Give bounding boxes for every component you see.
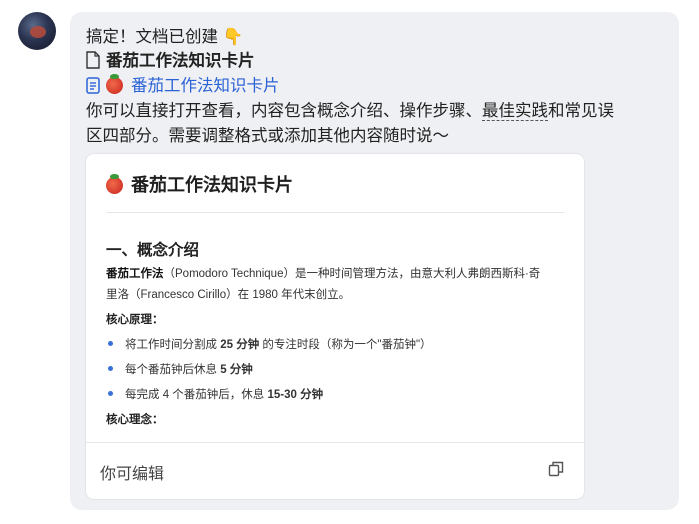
message-description-line-1: 你可以直接打开查看，内容包含概念介绍、操作步骤、最佳实践和常见误 [86,99,614,123]
bullet-text: 将工作时间分割成 [125,339,221,351]
avatar[interactable] [18,12,56,50]
para-bold-term: 番茄工作法 [106,268,164,280]
bullet-text: 的专注时段（称为一个"番茄钟"） [259,339,432,351]
divider [106,212,564,213]
document-heading: 番茄工作法知识卡片 [86,49,255,76]
divider [86,442,584,443]
bullet-bold: 5 分钟 [220,364,253,376]
document-link-text[interactable]: 番茄工作法知识卡片 [131,77,280,95]
card-title-text: 番茄工作法知识卡片 [131,175,293,195]
bullet-text: 每个番茄钟后休息 [125,364,221,376]
card-title: 番茄工作法知识卡片 [106,171,293,197]
bullet-dot [108,366,113,371]
para-text-2: 里洛（Francesco Cirillo）在 1980 年代末创立。 [106,289,351,301]
list-item: 每个番茄钟后休息 5 分钟 [108,361,253,377]
message-description-line-2: 区四部分。需要调整格式或添加其他内容随时说～ [86,127,449,145]
document-title: 番茄工作法知识卡片 [106,52,255,70]
desc-text-2: 和常见误 [548,102,614,120]
tomato-emoji [106,74,123,94]
document-icon [86,51,100,76]
list-item: 将工作时间分割成 25 分钟 的专注时段（称为一个"番茄钟"） [108,336,432,352]
bullet-bold: 25 分钟 [220,339,260,351]
principle-label: 核心原理： [106,314,164,326]
section-heading: 一、概念介绍 [106,242,200,259]
tomato-emoji [106,174,123,194]
copy-icon[interactable] [548,461,564,482]
document-link[interactable]: 番茄工作法知识卡片 [86,74,280,101]
desc-text-1: 你可以直接打开查看，内容包含概念介绍、操作步骤、 [86,102,482,120]
bullet-text: 每完成 4 个番茄钟后，休息 [125,389,268,401]
editable-label: 你可编辑 [100,466,165,483]
para-text-1: （Pomodoro Technique）是一种时间管理方法，由意大利人弗朗西斯科… [163,268,541,280]
document-preview-card[interactable]: 番茄工作法知识卡片 一、概念介绍 番茄工作法（Pomodoro Techniqu… [86,154,584,499]
message-line-1: 搞定！文档已创建 👇 [86,28,244,46]
doc-link-icon [86,77,100,101]
bullet-dot [108,341,113,346]
desc-underlined-text: 最佳实践 [482,102,548,121]
concept-paragraph: 番茄工作法（Pomodoro Technique）是一种时间管理方法，由意大利人… [106,264,568,306]
concept-label: 核心理念： [106,414,164,426]
list-item: 每完成 4 个番茄钟后，休息 15-30 分钟 [108,386,323,402]
bullet-dot [108,391,113,396]
bullet-bold: 15-30 分钟 [267,389,324,401]
